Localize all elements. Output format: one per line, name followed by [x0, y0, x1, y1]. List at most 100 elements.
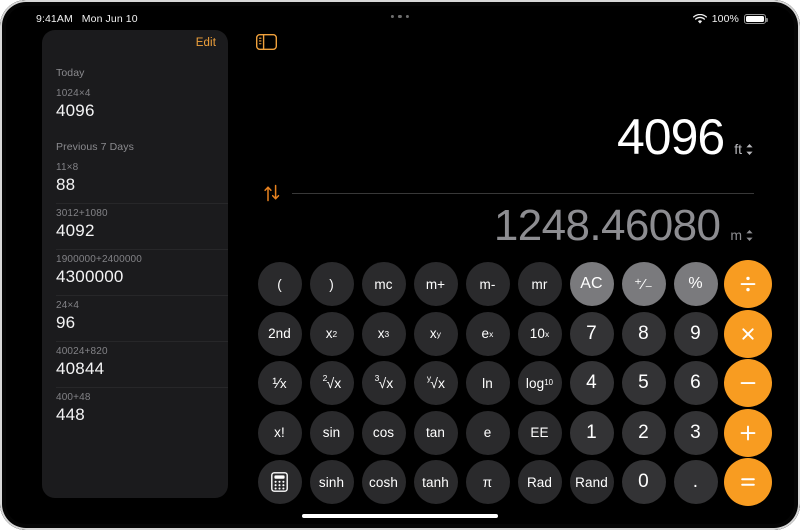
- key-memory-clear[interactable]: mc: [361, 262, 406, 306]
- key-e-power-x[interactable]: ex: [465, 311, 510, 356]
- edit-button[interactable]: Edit: [196, 37, 216, 49]
- key-memory-add[interactable]: m+: [413, 262, 458, 306]
- key-2[interactable]: 2: [621, 410, 666, 455]
- history-result: 448: [56, 405, 85, 424]
- history-section-previous-7-days: Previous 7 Days 11×8 88 3012+1080 4092 1…: [42, 130, 228, 434]
- keypad: () mc m+ m-mr AC ⁺⁄₋% 2nd x 2 x 3 x y e x 10 x 7 8 9 ¹⁄x 2 √x 3…: [256, 260, 772, 506]
- sidebar-toggle-icon[interactable]: [256, 34, 277, 50]
- list-item[interactable]: 1024×4 4096: [42, 84, 228, 130]
- key-sin[interactable]: sin: [309, 410, 354, 455]
- key-open-paren[interactable]: (: [257, 262, 302, 306]
- home-indicator[interactable]: [302, 513, 498, 518]
- key-1[interactable]: 1: [569, 410, 614, 455]
- key-subtract[interactable]: [724, 359, 772, 407]
- key-cosh[interactable]: cosh: [361, 460, 406, 504]
- key-square-root[interactable]: 2 √x: [309, 361, 354, 405]
- calculator-panel: 4096 ft 1248.46080 m () mc m+ m- mr AC …: [238, 24, 784, 518]
- key-5[interactable]: 5: [621, 361, 666, 405]
- secondary-value: 1248.46080: [493, 201, 721, 250]
- key-pi[interactable]: π: [465, 460, 510, 504]
- primary-unit-selector[interactable]: ft: [734, 141, 754, 157]
- screen: 9:41AM Mon Jun 10 100% Edit Today 1024×4…: [6, 6, 794, 524]
- history-result: 96: [56, 313, 76, 332]
- key-natural-log[interactable]: ln: [465, 361, 510, 405]
- key-memory-recall[interactable]: mr: [517, 262, 562, 306]
- key-percent[interactable]: %: [673, 262, 718, 306]
- key-3[interactable]: 3: [673, 410, 718, 455]
- primary-display-row[interactable]: 4096 ft: [238, 112, 754, 162]
- key-reciprocal[interactable]: ¹⁄x: [257, 361, 302, 405]
- three-dots-icon[interactable]: [390, 15, 410, 19]
- list-item[interactable]: 400+48 448: [42, 387, 228, 434]
- key-cube-root[interactable]: 3 √x: [361, 361, 406, 405]
- history-sidebar: Edit Today 1024×4 4096 Previous 7 Days 1…: [42, 30, 228, 498]
- key-multiply[interactable]: [724, 309, 772, 358]
- status-bar-left: 9:41AM Mon Jun 10: [36, 13, 138, 25]
- key-log-base-10[interactable]: log 10: [517, 361, 562, 405]
- status-time: 9:41AM: [36, 13, 73, 25]
- primary-value: 4096: [616, 109, 725, 165]
- secondary-display: 1248.46080 m: [238, 204, 754, 248]
- history-result: 88: [56, 175, 76, 194]
- secondary-display-row[interactable]: 1248.46080 m: [238, 204, 754, 248]
- key-divide[interactable]: [724, 260, 772, 308]
- key-add[interactable]: [724, 408, 772, 457]
- key-cube[interactable]: x3: [361, 311, 406, 356]
- history-section-today: Today 1024×4 4096: [42, 56, 228, 130]
- history-expression: 1024×4: [56, 88, 91, 99]
- key-8[interactable]: 8: [621, 311, 666, 356]
- list-item[interactable]: 24×4 96: [42, 295, 228, 342]
- divider: [292, 192, 754, 194]
- history-expression: 11×8: [56, 162, 79, 173]
- key-second-function[interactable]: 2nd: [257, 311, 302, 356]
- key-memory-subtract[interactable]: m-: [465, 262, 510, 306]
- list-item[interactable]: 1900000+2400000 4300000: [42, 249, 228, 296]
- list-item[interactable]: 11×8 88: [42, 158, 228, 204]
- key-calculator-mode[interactable]: [257, 460, 302, 504]
- key-exponent-entry[interactable]: EE: [517, 410, 562, 455]
- wifi-icon: [692, 13, 707, 25]
- history-expression: 1900000+2400000: [56, 254, 142, 265]
- key-power-y[interactable]: xy: [413, 311, 458, 356]
- key-nth-root[interactable]: y √x: [413, 361, 458, 405]
- swap-arrows-icon[interactable]: [262, 184, 282, 202]
- key-radians[interactable]: Rad: [517, 460, 562, 504]
- history-result: 4096: [56, 101, 95, 120]
- key-random[interactable]: Rand: [569, 460, 614, 504]
- key-equals-glyph: [738, 472, 758, 492]
- list-item[interactable]: 3012+1080 4092: [42, 203, 228, 250]
- history-result: 4300000: [56, 267, 124, 286]
- key-all-clear[interactable]: AC: [569, 262, 614, 306]
- key-9[interactable]: 9: [673, 311, 718, 356]
- conversion-display: 4096 ft: [238, 112, 754, 162]
- history-result: 4092: [56, 221, 95, 240]
- history-expression: 400+48: [56, 392, 91, 403]
- key-euler[interactable]: e: [465, 410, 510, 455]
- key-7[interactable]: 7: [569, 311, 614, 356]
- battery-full-icon: [744, 13, 768, 25]
- key-factorial[interactable]: x!: [257, 410, 302, 455]
- key-close-paren[interactable]: ): [309, 262, 354, 306]
- sidebar-header: Edit: [42, 30, 228, 56]
- key-multiply-glyph: [739, 325, 757, 343]
- key-tan[interactable]: tan: [413, 410, 458, 455]
- key-cos[interactable]: cos: [361, 410, 406, 455]
- key-6[interactable]: 6: [673, 361, 718, 405]
- list-item[interactable]: 40024+820 40844: [42, 341, 228, 388]
- key-subtract-glyph: [738, 373, 758, 393]
- history-expression: 24×4: [56, 300, 80, 311]
- history-expression: 40024+820: [56, 346, 108, 357]
- key-add-glyph: [738, 423, 758, 443]
- key-sinh[interactable]: sinh: [309, 460, 354, 504]
- secondary-unit-selector[interactable]: m: [730, 227, 754, 243]
- key-tanh[interactable]: tanh: [413, 460, 458, 504]
- key-decimal[interactable]: .: [673, 460, 718, 504]
- key-sign-toggle[interactable]: ⁺⁄₋: [621, 262, 666, 306]
- key-square[interactable]: x2: [309, 311, 354, 356]
- status-bar: 9:41AM Mon Jun 10 100%: [6, 6, 794, 32]
- key-4[interactable]: 4: [569, 361, 614, 405]
- key-divide-glyph: [738, 274, 758, 294]
- key-ten-power-x[interactable]: 10 x: [517, 311, 562, 356]
- key-equals[interactable]: [724, 458, 772, 506]
- key-0[interactable]: 0: [621, 460, 666, 504]
